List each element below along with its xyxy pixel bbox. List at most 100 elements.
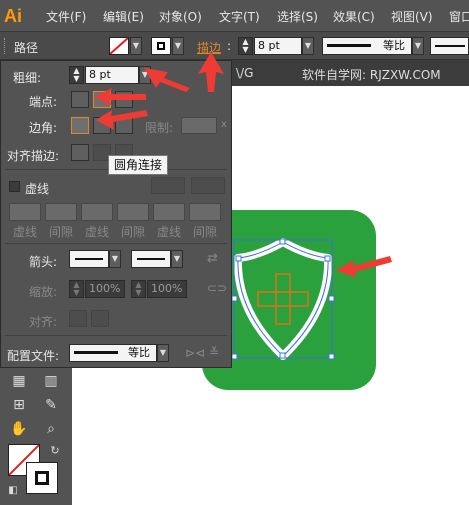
dash-input-2[interactable] bbox=[81, 203, 113, 221]
align-stroke-label: 对齐描边: bbox=[7, 149, 60, 163]
annotation-arrow-icon bbox=[96, 110, 148, 130]
profile-label: 配置文件: bbox=[7, 349, 60, 363]
flip-vertical-icon[interactable]: ≚ bbox=[209, 345, 219, 359]
profile-line-icon bbox=[327, 44, 371, 47]
profile-dropdown-arrow[interactable]: ▼ bbox=[412, 37, 424, 55]
stroke-square-icon bbox=[157, 42, 165, 50]
corner-label: 边角: bbox=[29, 121, 58, 135]
dash-preserve-icon[interactable] bbox=[151, 177, 185, 194]
arrowhead-line-icon bbox=[137, 258, 165, 260]
arrowhead-label: 箭头: bbox=[29, 255, 58, 269]
brush-dropdown[interactable] bbox=[430, 37, 469, 55]
gap-input-3[interactable] bbox=[189, 203, 221, 221]
weight-input[interactable]: 8 pt bbox=[85, 66, 139, 84]
fill-dropdown-arrow[interactable]: ▼ bbox=[130, 37, 142, 55]
cap-label: 端点: bbox=[29, 95, 58, 109]
profile-dropdown[interactable]: 等比 bbox=[322, 37, 412, 55]
watermark-text: 软件自学网: RJZXW.COM bbox=[302, 68, 441, 82]
link-scale-icon[interactable]: ⊂⊃ bbox=[207, 281, 227, 295]
none-color-icon bbox=[109, 37, 129, 55]
swap-fill-stroke-icon[interactable]: ↻ bbox=[44, 440, 66, 462]
column-graph-tool-icon[interactable]: ▥ bbox=[40, 370, 62, 392]
arrow-extend-icon[interactable] bbox=[69, 310, 87, 327]
dash-align-icon[interactable] bbox=[191, 177, 225, 194]
arrowhead-line-icon bbox=[75, 258, 103, 260]
start-arrowhead-dropdown[interactable]: ▼ bbox=[109, 250, 121, 268]
app-logo: Ai bbox=[4, 6, 22, 26]
scale-label: 缩放: bbox=[29, 285, 58, 299]
profile-select[interactable]: 等比 bbox=[69, 344, 157, 362]
stroke-weight-input[interactable]: 8 pt bbox=[254, 37, 302, 55]
menu-file[interactable]: 文件(F) bbox=[46, 8, 86, 25]
stroke-colon: : bbox=[227, 39, 232, 53]
scale-start-input[interactable]: 100% bbox=[85, 280, 125, 298]
hand-tool-icon[interactable]: ✋ bbox=[8, 418, 30, 440]
profile-line-icon bbox=[74, 351, 118, 354]
scale-start-spinner[interactable]: ▲ ▼ bbox=[69, 280, 84, 298]
profile-select-value: 等比 bbox=[128, 346, 150, 359]
fill-swatch[interactable] bbox=[109, 37, 129, 55]
profile-label: 等比 bbox=[383, 39, 405, 52]
arrow-place-icon[interactable] bbox=[91, 310, 109, 327]
butt-cap-icon[interactable] bbox=[71, 91, 89, 108]
swap-arrowheads-icon[interactable]: ⇄ bbox=[207, 251, 218, 266]
weight-label: 粗细: bbox=[13, 71, 42, 85]
zoom-tool-icon[interactable]: ⌕ bbox=[40, 418, 62, 440]
stroke-weight-dropdown[interactable]: ▼ bbox=[302, 37, 314, 55]
dash-input-3[interactable] bbox=[153, 203, 185, 221]
limit-input[interactable] bbox=[181, 117, 217, 134]
dashed-checkbox[interactable] bbox=[9, 181, 20, 192]
gap-label-1: 间隙 bbox=[49, 225, 74, 239]
align-center-icon[interactable] bbox=[71, 144, 89, 161]
profile-select-dropdown[interactable]: ▼ bbox=[157, 344, 169, 362]
menu-type[interactable]: 文字(T) bbox=[219, 8, 260, 25]
grip-icon bbox=[4, 38, 8, 54]
symbol-sprayer-tool-icon[interactable]: ▦ bbox=[8, 370, 30, 392]
tools-panel: ▦ ▥ ⊞ ✎ ✋ ⌕ ↻ ◧ bbox=[0, 368, 72, 505]
annotation-arrow-icon bbox=[336, 256, 392, 278]
document-tab-bar: \/G 软件自学网: RJZXW.COM bbox=[232, 60, 469, 86]
menu-select[interactable]: 选择(S) bbox=[277, 8, 318, 25]
miter-join-icon[interactable] bbox=[71, 117, 89, 134]
end-arrowhead-select[interactable] bbox=[131, 250, 171, 268]
menu-object[interactable]: 对象(O) bbox=[159, 8, 202, 25]
gap-input-2[interactable] bbox=[117, 203, 149, 221]
dash-label-3: 虚线 bbox=[157, 225, 182, 239]
artboard-tool-icon[interactable]: ⊞ bbox=[8, 394, 30, 416]
gap-label-3: 间隙 bbox=[193, 225, 218, 239]
dash-input-1[interactable] bbox=[9, 203, 41, 221]
tooltip: 圆角连接 bbox=[108, 155, 168, 175]
menu-window[interactable]: 窗口 bbox=[449, 8, 469, 25]
annotation-arrow-icon bbox=[198, 52, 224, 92]
menu-edit[interactable]: 编辑(E) bbox=[103, 8, 144, 25]
gap-label-2: 间隙 bbox=[121, 225, 146, 239]
selection-type-label: 路径 bbox=[14, 41, 39, 55]
menu-effect[interactable]: 效果(C) bbox=[333, 8, 375, 25]
gap-input-1[interactable] bbox=[45, 203, 77, 221]
menu-bar: Ai 文件(F) 编辑(E) 对象(O) 文字(T) 选择(S) 效果(C) 视… bbox=[0, 0, 469, 32]
default-colors-icon[interactable]: ◧ bbox=[2, 480, 24, 502]
dash-label-1: 虚线 bbox=[13, 225, 38, 239]
dashed-label: 虚线 bbox=[25, 182, 50, 196]
slice-tool-icon[interactable]: ✎ bbox=[40, 394, 62, 416]
end-arrowhead-dropdown[interactable]: ▼ bbox=[171, 250, 183, 268]
divider bbox=[5, 335, 227, 336]
stroke-color-icon[interactable] bbox=[26, 462, 58, 494]
scale-end-spinner[interactable]: ▲ ▼ bbox=[131, 280, 146, 298]
stroke-panel: 粗细: ▲ ▼ 8 pt ▼ 端点: 边角: 限制: x 对齐描边: 虚线 虚线 … bbox=[0, 60, 232, 368]
flip-horizontal-icon[interactable]: ⊳⊲ bbox=[185, 346, 205, 360]
stroke-weight-spinner[interactable]: ▲ ▼ bbox=[238, 37, 253, 55]
document-tab-fragment[interactable]: \/G bbox=[236, 66, 253, 80]
control-bar: 路径 ▼ ▼ 描边 : ▲ ▼ 8 pt ▼ 等比 ▼ bbox=[0, 32, 469, 60]
stroke-dropdown-arrow[interactable]: ▼ bbox=[172, 37, 184, 55]
brush-line-icon bbox=[435, 45, 465, 47]
start-arrowhead-select[interactable] bbox=[69, 250, 109, 268]
limit-x: x bbox=[221, 119, 227, 130]
annotation-arrow-icon bbox=[144, 68, 190, 92]
shield-icon[interactable] bbox=[228, 236, 338, 366]
scale-end-input[interactable]: 100% bbox=[147, 280, 187, 298]
weight-spinner[interactable]: ▲ ▼ bbox=[69, 66, 84, 84]
arrow-align-label: 对齐: bbox=[29, 315, 58, 329]
stroke-swatch[interactable] bbox=[151, 37, 171, 55]
menu-view[interactable]: 视图(V) bbox=[391, 8, 433, 25]
